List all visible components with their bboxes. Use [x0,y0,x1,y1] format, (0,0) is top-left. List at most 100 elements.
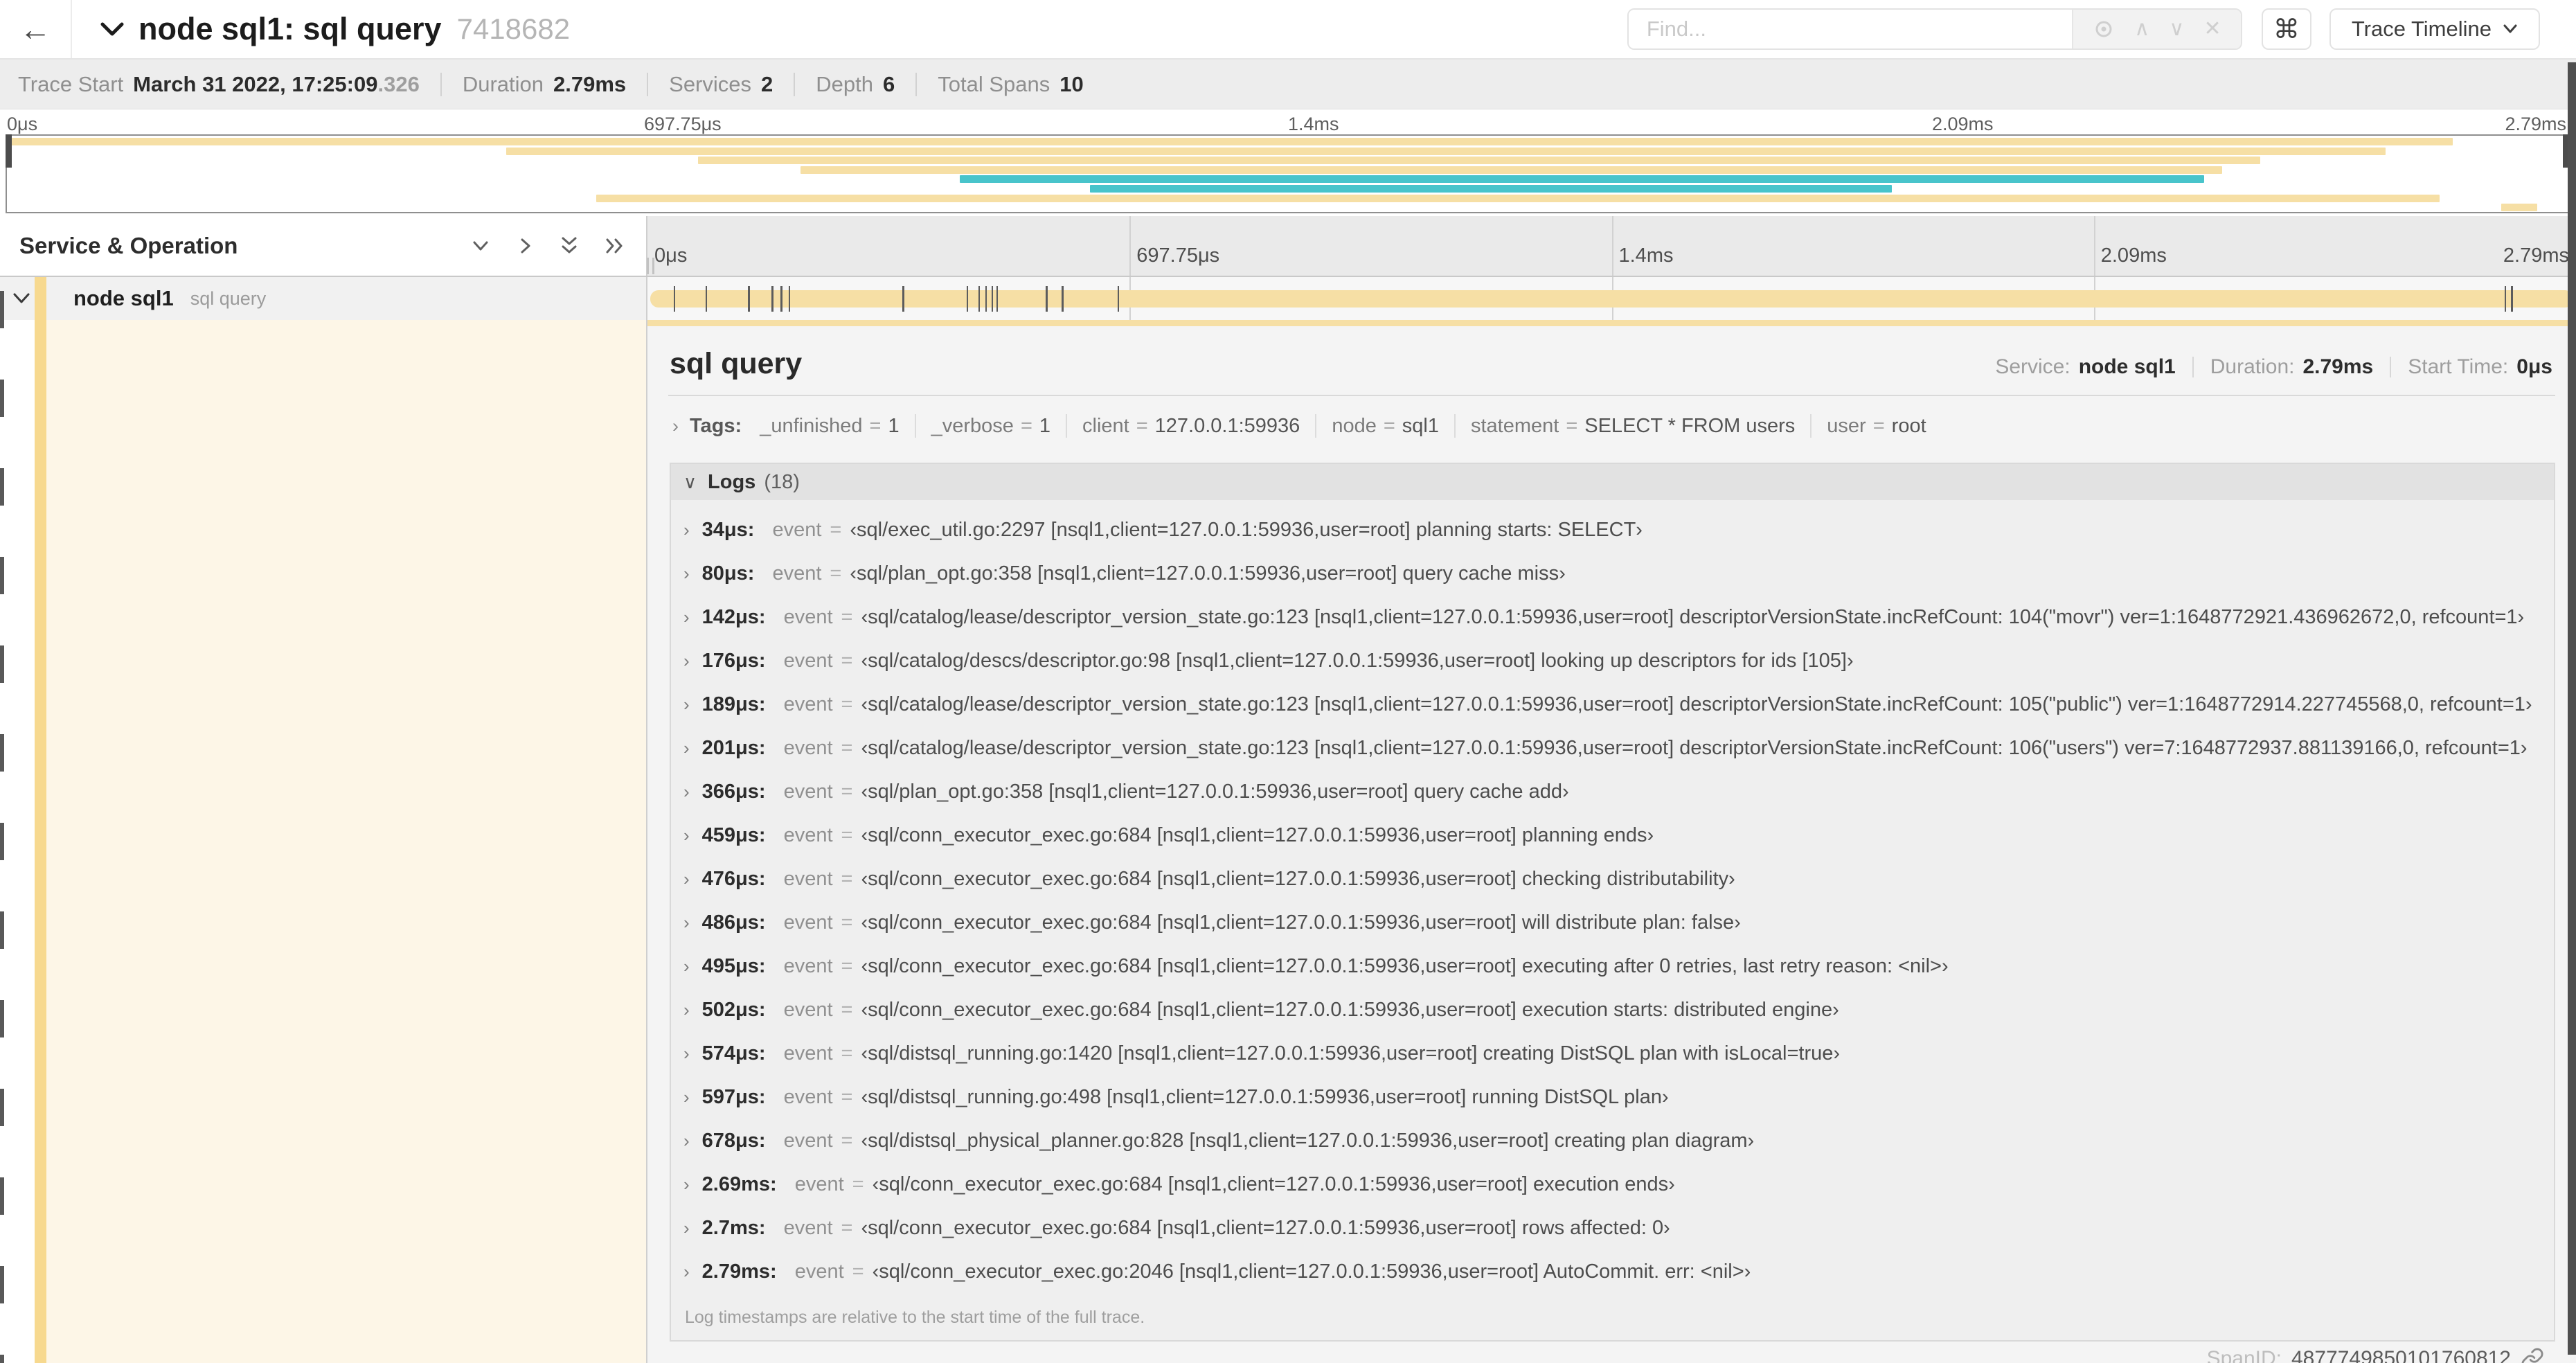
deep-link-icon[interactable] [2521,1347,2544,1363]
span-detail-panel: sql query Service: node sql1 Duration: 2… [647,320,2576,1363]
log-message: ‹sql/catalog/lease/descriptor_version_st… [861,693,2532,715]
log-field-name: event [783,650,833,672]
tag-value: 1 [888,414,900,437]
log-entry[interactable]: › 597μs: event = ‹sql/distsql_running.go… [671,1076,2554,1119]
find-tools: ∧ ∨ ✕ [2071,10,2241,48]
log-entry[interactable]: › 201μs: event = ‹sql/catalog/lease/desc… [671,727,2554,770]
log-field-name: event [783,955,833,977]
chevron-right-icon: › [683,912,690,933]
logs-footnote: Log timestamps are relative to the start… [685,1308,1145,1327]
log-field-name: event [794,1173,844,1195]
next-result-icon[interactable]: ∨ [2169,19,2184,39]
tag-key: client [1082,414,1129,437]
chevron-right-icon: › [683,519,690,540]
log-entry[interactable]: › 189μs: event = ‹sql/catalog/lease/desc… [671,683,2554,727]
minimap-span-bar [959,175,2204,184]
log-marker-tick [788,286,791,312]
span-id-footer: SpanID: 4877749850101760812 [647,1342,2576,1363]
log-equals: = [841,1130,853,1152]
log-message: ‹sql/conn_executor_exec.go:2046 [nsql1,c… [872,1260,1751,1283]
chevron-down-icon [100,22,124,36]
vertical-scrollbar[interactable] [2568,62,2576,1355]
log-timestamp: 502μs: [701,999,766,1021]
log-entry[interactable]: › 2.69ms: event = ‹sql/conn_executor_exe… [671,1163,2554,1206]
expand-all-icon[interactable] [603,235,627,256]
log-message: ‹sql/exec_util.go:2297 [nsql1,client=127… [850,519,1643,541]
column-resizer-handle[interactable] [647,258,654,274]
log-entry[interactable]: › 366μs: event = ‹sql/plan_opt.go:358 [n… [671,770,2554,814]
summary-label: Trace Start [18,71,124,96]
chevron-right-icon: › [683,738,690,758]
chevron-right-icon: › [683,1043,690,1064]
span-row-label[interactable]: node sql1 sql query [0,277,647,320]
log-message: ‹sql/catalog/lease/descriptor_version_st… [861,606,2525,628]
locate-icon[interactable] [2093,18,2115,40]
service-operation-header: Service & Operation [0,216,654,276]
log-field-name: event [783,737,833,759]
log-timestamp: 366μs: [701,781,766,803]
meta-label: Start Time: [2408,355,2509,378]
log-entry[interactable]: › 502μs: event = ‹sql/conn_executor_exec… [671,988,2554,1032]
summary-label: Total Spans [938,71,1050,96]
log-entry[interactable]: › 476μs: event = ‹sql/conn_executor_exec… [671,857,2554,901]
back-button[interactable]: ← [0,0,72,58]
ruler-tick: 697.75μs [1136,244,1220,267]
log-entry[interactable]: › 486μs: event = ‹sql/conn_executor_exec… [671,901,2554,945]
trace-summary-item: Depth 6 [773,72,895,97]
log-field-name: event [783,781,833,803]
tag-item: user = root [1795,414,1926,438]
log-message: ‹sql/catalog/lease/descriptor_version_st… [861,737,2528,759]
log-entry[interactable]: › 459μs: event = ‹sql/conn_executor_exec… [671,814,2554,857]
tag-item: _verbose = 1 [900,414,1050,438]
tag-value: SELECT * FROM users [1584,414,1796,437]
log-entry[interactable]: › 2.7ms: event = ‹sql/conn_executor_exec… [671,1206,2554,1250]
span-row-track[interactable] [647,277,2576,320]
log-timestamp: 678μs: [701,1130,766,1152]
minimap-span-bar [506,147,2386,155]
clear-search-icon[interactable]: ✕ [2203,19,2221,39]
log-timestamp: 486μs: [701,911,766,934]
log-entry[interactable]: › 678μs: event = ‹sql/distsql_physical_p… [671,1119,2554,1163]
log-equals: = [841,824,853,846]
log-timestamp: 80μs: [701,562,755,585]
log-equals: = [841,868,853,890]
log-entry[interactable]: › 80μs: event = ‹sql/plan_opt.go:358 [ns… [671,552,2554,596]
log-marker-tick [705,286,708,312]
minimap-canvas[interactable] [6,134,2569,213]
logs-header[interactable]: ∨ Logs (18) [671,464,2554,500]
keyboard-shortcuts-button[interactable]: ⌘ [2261,8,2311,50]
prev-result-icon[interactable]: ∧ [2134,19,2149,39]
detail-sidebar [0,320,647,1363]
expand-one-icon[interactable] [515,235,535,256]
log-timestamp: 574μs: [701,1042,766,1064]
meta-label: Service: [1995,355,2070,378]
chevron-right-icon: › [683,825,690,846]
tags-section[interactable]: › Tags: _unfinished = 1 _verbose = 1 cli… [647,396,2576,454]
log-entry[interactable]: › 2.79ms: event = ‹sql/conn_executor_exe… [671,1250,2554,1294]
chevron-right-icon: › [683,781,690,802]
summary-value: 6 [883,71,895,96]
log-entry[interactable]: › 34μs: event = ‹sql/exec_util.go:2297 [… [671,508,2554,552]
log-field-name: event [783,824,833,846]
log-entry[interactable]: › 176μs: event = ‹sql/catalog/descs/desc… [671,639,2554,683]
minimap-span-bar [596,194,2440,202]
log-entry[interactable]: › 142μs: event = ‹sql/catalog/lease/desc… [671,596,2554,639]
span-collapse-toggle[interactable] [12,292,30,305]
span-row[interactable]: node sql1 sql query [0,277,2576,320]
view-selector-button[interactable]: Trace Timeline [2329,8,2540,50]
log-timestamp: 597μs: [701,1086,766,1108]
chevron-right-icon: › [683,650,690,671]
log-entry[interactable]: › 495μs: event = ‹sql/conn_executor_exec… [671,945,2554,988]
log-message: ‹sql/distsql_running.go:1420 [nsql1,clie… [861,1042,1841,1064]
log-marker-tick [2504,286,2507,312]
log-equals: = [841,781,853,803]
range-handle-left[interactable] [6,134,12,168]
find-input[interactable] [1628,10,2072,48]
log-marker-tick [966,286,969,312]
collapse-all-icon[interactable] [559,234,580,258]
trace-collapse-toggle[interactable] [100,21,125,37]
collapse-one-icon[interactable] [470,235,491,256]
log-entry[interactable]: › 574μs: event = ‹sql/distsql_running.go… [671,1032,2554,1076]
summary-label: Duration [462,71,544,96]
log-field-name: event [783,868,833,890]
